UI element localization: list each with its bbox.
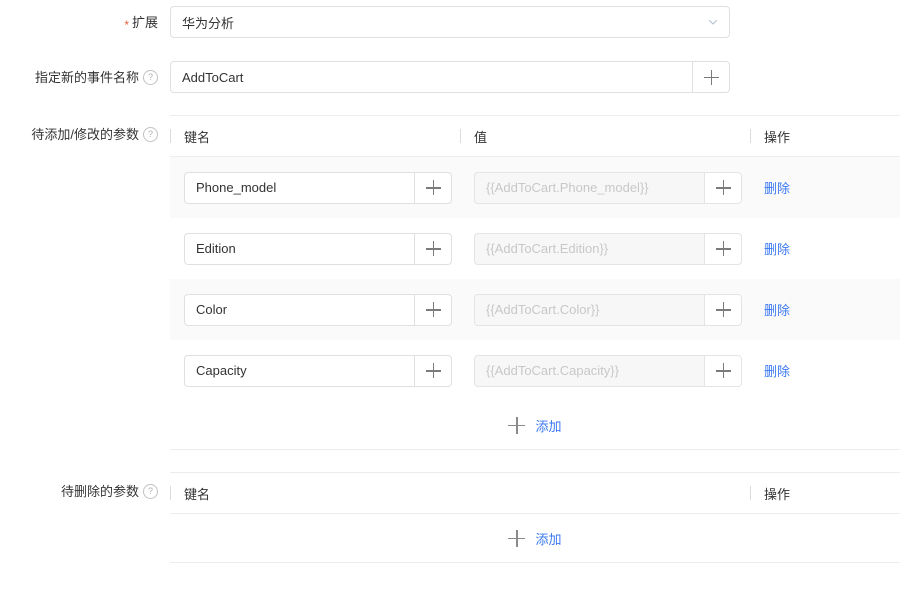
table-row: Color {{AddToCart.Color}} 删除 [170,279,900,340]
key-input[interactable]: Phone_model [184,171,414,204]
delete-link[interactable]: 删除 [764,178,790,197]
table-header: 键名 操作 [170,473,900,514]
value-input-group: {{AddToCart.Edition}} [474,232,742,265]
event-name-label-text: 指定新的事件名称 [34,70,139,85]
question-circle-icon[interactable]: ? [143,484,158,500]
table-row: Phone_model {{AddToCart.Phone_model}} 删除 [170,157,900,218]
key-add-button[interactable] [414,232,452,265]
key-input[interactable]: Edition [184,232,414,265]
row-action-cell: 删除 [750,157,900,218]
plus-icon [703,69,719,85]
key-input-group: Color [184,293,452,326]
key-input[interactable]: Capacity [184,354,414,387]
add-modify-label-text: 待添加/修改的参数 [31,127,139,142]
plus-icon [425,302,441,317]
question-circle-icon[interactable]: ? [143,70,158,86]
key-add-button[interactable] [414,171,452,204]
value-add-button[interactable] [704,354,742,387]
plus-icon [425,241,441,256]
extension-control: 华为分析 [170,6,900,38]
add-delete-parameter-row: 添加 [170,514,900,562]
row-key-cell: Edition [170,218,460,279]
row-action-cell: 删除 [750,218,900,279]
key-input-group: Phone_model [184,171,452,204]
value-input-group: {{AddToCart.Color}} [474,293,742,326]
add-parameter-row: 添加 [170,401,900,449]
extension-select[interactable]: 华为分析 [170,6,730,38]
event-name-add-button[interactable] [692,61,730,93]
key-input-group: Edition [184,232,452,265]
column-header-key: 键名 [170,116,460,156]
delete-section-control: 键名 操作 添加 [170,472,900,563]
plus-icon [425,180,441,195]
value-input[interactable]: {{AddToCart.Edition}} [474,232,704,265]
row-value-cell: {{AddToCart.Edition}} [460,218,750,279]
value-input-group: {{AddToCart.Phone_model}} [474,171,742,204]
extension-label-text: 扩展 [131,15,158,30]
event-name-input[interactable]: AddToCart [170,61,692,93]
add-modify-section: 待添加/修改的参数? 键名 值 操作 Phone_model {{AddToCa… [0,115,900,450]
add-delete-parameter-button[interactable]: 添加 [508,529,562,548]
plus-icon [425,363,441,378]
column-header-action: 操作 [750,116,900,156]
row-action-cell: 删除 [750,279,900,340]
delete-link[interactable]: 删除 [764,361,790,380]
plus-icon [715,363,731,378]
event-name-control: AddToCart [170,61,900,93]
add-modify-label: 待添加/修改的参数? [0,115,170,155]
event-name-input-group: AddToCart [170,61,730,93]
row-key-cell: Phone_model [170,157,460,218]
column-header-value: 值 [460,116,750,156]
add-modify-table: 键名 值 操作 Phone_model {{AddToCart.Phone_mo… [170,115,900,450]
plus-icon [715,180,731,195]
value-add-button[interactable] [704,171,742,204]
add-parameter-label: 添加 [535,418,562,434]
value-input-group: {{AddToCart.Capacity}} [474,354,742,387]
plus-icon [715,302,731,317]
delete-link[interactable]: 删除 [764,239,790,258]
value-input[interactable]: {{AddToCart.Capacity}} [474,354,704,387]
key-add-button[interactable] [414,354,452,387]
column-header-key: 键名 [170,473,750,513]
value-add-button[interactable] [704,293,742,326]
event-name-row: 指定新的事件名称? AddToCart [0,61,900,95]
add-modify-control: 键名 值 操作 Phone_model {{AddToCart.Phone_mo… [170,115,900,450]
required-asterisk: * [124,18,129,32]
add-parameter-button[interactable]: 添加 [508,416,562,435]
delete-table: 键名 操作 添加 [170,472,900,563]
row-key-cell: Capacity [170,340,460,401]
value-input[interactable]: {{AddToCart.Color}} [474,293,704,326]
row-key-cell: Color [170,279,460,340]
table-row: Capacity {{AddToCart.Capacity}} 删除 [170,340,900,401]
column-header-action: 操作 [750,473,900,513]
plus-icon [508,529,526,547]
delete-link[interactable]: 删除 [764,300,790,319]
chevron-down-icon [707,16,719,28]
delete-section-label-text: 待删除的参数 [60,484,139,499]
value-input[interactable]: {{AddToCart.Phone_model}} [474,171,704,204]
key-input[interactable]: Color [184,293,414,326]
plus-icon [508,416,526,434]
table-row: Edition {{AddToCart.Edition}} 删除 [170,218,900,279]
event-name-label: 指定新的事件名称? [0,61,170,95]
add-delete-parameter-label: 添加 [535,531,562,547]
extension-row: * 扩展 华为分析 [0,6,900,40]
value-add-button[interactable] [704,232,742,265]
table-header: 键名 值 操作 [170,116,900,157]
row-value-cell: {{AddToCart.Capacity}} [460,340,750,401]
key-input-group: Capacity [184,354,452,387]
plus-icon [715,241,731,256]
key-add-button[interactable] [414,293,452,326]
row-value-cell: {{AddToCart.Color}} [460,279,750,340]
extension-label: * 扩展 [0,6,170,40]
row-value-cell: {{AddToCart.Phone_model}} [460,157,750,218]
extension-select-value: 华为分析 [182,15,235,31]
row-action-cell: 删除 [750,340,900,401]
delete-section-label: 待删除的参数? [0,472,170,512]
delete-section: 待删除的参数? 键名 操作 添加 [0,472,900,563]
extension-parameter-form: * 扩展 华为分析 指定新的事件名称? AddToCart 待添加/修改的参数 … [0,6,900,614]
question-circle-icon[interactable]: ? [143,127,158,143]
